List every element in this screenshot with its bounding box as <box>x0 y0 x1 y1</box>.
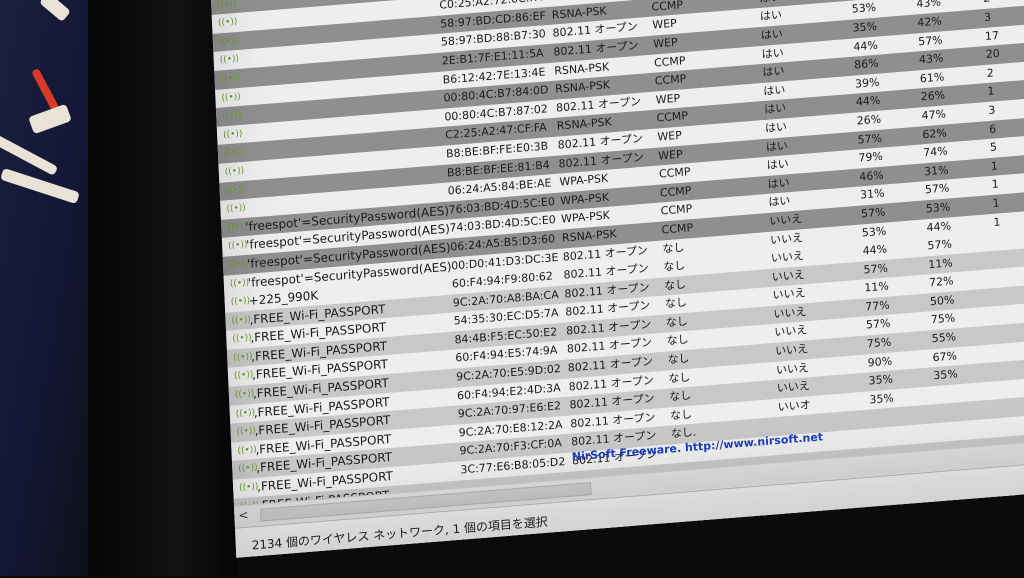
wifi-signal-icon: ((•)) <box>220 72 241 85</box>
average-signal-quality: 62% <box>922 125 948 141</box>
average-signal-quality: 31% <box>923 163 949 179</box>
wifi-signal-icon: ((•)) <box>218 35 239 48</box>
signal-quality: 53% <box>861 224 887 240</box>
average-signal-quality: 67% <box>932 348 958 364</box>
signal-quality: 35% <box>868 372 894 388</box>
cipher-algorithm: WEP <box>652 17 678 33</box>
cipher-algorithm: WEP <box>657 147 683 163</box>
cipher-algorithm: なし <box>669 407 693 423</box>
wifi-signal-icon: ((•)) <box>224 165 245 178</box>
detection-count: 3 <box>988 103 996 117</box>
detection-count: 1 <box>991 177 999 192</box>
average-signal-quality: 74% <box>922 144 948 160</box>
cipher-algorithm: なし <box>668 370 691 386</box>
connectable-flag: はい <box>760 27 784 42</box>
wireless-network-list-window: ((•))06:18:88:5F:AA:12802.11 オープン11%0.2%… <box>210 0 1024 558</box>
wifi-signal-icon: ((•)) <box>225 184 246 196</box>
average-signal-quality: 72% <box>928 274 954 290</box>
monitor-screen: ((•))06:18:88:5F:AA:12802.11 オープン11%0.2%… <box>210 0 1024 578</box>
connectable-flag: はい <box>763 101 787 117</box>
signal-quality: 90% <box>867 354 893 370</box>
cipher-algorithm: なし <box>663 258 686 274</box>
connectable-flag: はい <box>759 8 783 24</box>
fabric-pattern <box>0 167 80 205</box>
wifi-signal-icon: ((•)) <box>222 110 242 122</box>
signal-quality: 35% <box>869 391 895 407</box>
cipher-algorithm: WEP <box>655 91 681 107</box>
signal-quality: 44% <box>862 242 888 258</box>
cipher-algorithm: なし <box>668 389 692 404</box>
detection-count: 1 <box>990 159 999 173</box>
cipher-algorithm: なし <box>662 240 685 256</box>
wifi-signal-icon: ((•)) <box>219 54 240 66</box>
signal-quality: 44% <box>855 93 881 109</box>
detection-count: 17 <box>984 28 1000 43</box>
signal-quality: 79% <box>858 149 884 165</box>
average-signal-quality: 57% <box>927 237 953 253</box>
average-signal-quality: 42% <box>917 14 943 30</box>
average-signal-quality: 26% <box>920 88 946 104</box>
signal-quality: 11% <box>864 279 890 295</box>
detection-count: 1 <box>987 84 995 99</box>
wifi-signal-icon: ((•)) <box>221 91 241 104</box>
signal-quality: 46% <box>859 168 884 184</box>
connectable-flag: はい <box>762 64 785 80</box>
average-signal-quality: 47% <box>921 107 947 123</box>
average-signal-quality: 43% <box>918 51 944 67</box>
scroll-left-arrow-icon[interactable]: < <box>238 508 249 523</box>
wifi-signal-icon: ((•)) <box>222 128 243 141</box>
fabric-pattern <box>39 0 71 23</box>
connectable-flag: はい <box>768 194 791 210</box>
wifi-signal-icon: ((•)) <box>223 147 244 159</box>
signal-quality: 57% <box>860 205 886 221</box>
cipher-algorithm: WEP <box>657 128 683 144</box>
connectable-flag: はい <box>765 138 789 154</box>
signal-quality: 75% <box>866 335 892 351</box>
detection-count: 3 <box>983 10 992 25</box>
average-signal-quality: 75% <box>930 311 956 327</box>
detection-count: 6 <box>988 121 997 136</box>
cipher-algorithm: WEP <box>652 35 678 51</box>
connectable-flag: はい <box>766 157 789 173</box>
wifi-signal-icon: ((•)) <box>217 17 238 29</box>
fabric-pattern <box>28 103 72 135</box>
detection-count: 2 <box>986 66 994 80</box>
connectable-flag: はい <box>761 45 784 61</box>
network-list[interactable]: ((•))06:18:88:5F:AA:12802.11 オープン11%0.2%… <box>210 0 1024 517</box>
signal-quality: 57% <box>863 261 889 277</box>
detection-count: 1 <box>993 214 1001 229</box>
cipher-algorithm: なし <box>665 314 689 330</box>
detection-count: 5 <box>989 140 998 155</box>
average-signal-quality: 61% <box>919 70 945 86</box>
cipher-algorithm: なし <box>666 333 689 349</box>
average-signal-quality: 57% <box>917 33 943 48</box>
signal-quality: 44% <box>853 38 879 54</box>
signal-quality: 53% <box>851 1 877 17</box>
average-signal-quality: 53% <box>925 200 951 216</box>
cipher-algorithm: なし <box>667 351 690 367</box>
connectable-flag: はい <box>767 175 790 191</box>
detection-count: 20 <box>985 47 1001 62</box>
average-signal-quality: 35% <box>933 367 959 383</box>
cipher-algorithm: なし <box>663 277 687 293</box>
connectable-flag: はい <box>763 82 786 98</box>
average-signal-quality: 11% <box>928 256 953 272</box>
average-signal-quality: 55% <box>931 330 957 346</box>
average-signal-quality: 57% <box>924 181 950 197</box>
signal-quality: 31% <box>859 186 885 202</box>
signal-quality: 26% <box>856 112 882 128</box>
signal-quality: 86% <box>853 56 879 72</box>
signal-quality: 57% <box>857 131 883 147</box>
average-signal-quality: 50% <box>929 293 955 309</box>
cipher-algorithm: なし <box>664 296 688 311</box>
signal-quality: 57% <box>865 317 891 332</box>
signal-quality: 77% <box>864 298 890 314</box>
wifi-signal-icon: ((•)) <box>226 202 247 215</box>
signal-quality: 35% <box>852 19 878 35</box>
detection-count: 1 <box>992 196 1000 210</box>
connectable-flag: はい <box>764 120 788 135</box>
average-signal-quality: 44% <box>926 218 952 234</box>
signal-quality: 39% <box>854 75 880 91</box>
